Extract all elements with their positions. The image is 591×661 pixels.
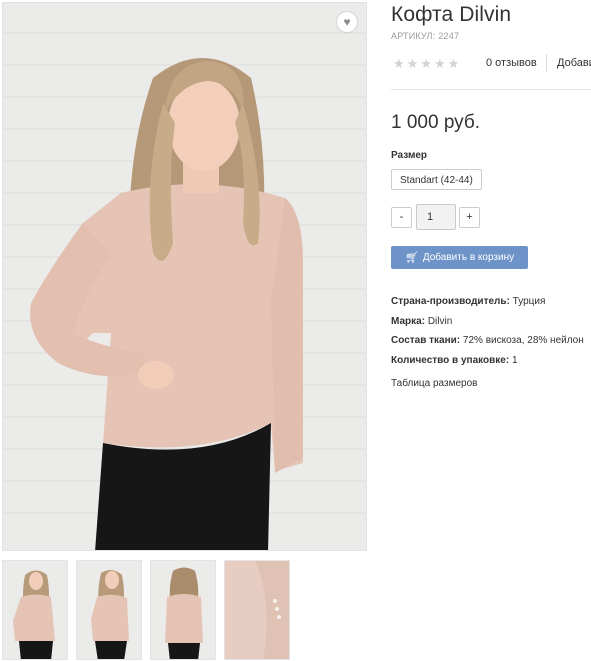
thumbnail-4[interactable]: [224, 560, 290, 660]
quantity-increase-button[interactable]: +: [459, 207, 480, 228]
main-product-image[interactable]: ♥: [2, 2, 367, 551]
product-info: Кофта Dilvin АРТИКУЛ: 2247 ★★★★★ 0 отзыво…: [391, 0, 591, 389]
thumbnail-1[interactable]: [2, 560, 68, 660]
spec-row: Марка: Dilvin: [391, 312, 584, 332]
quantity-input[interactable]: [416, 204, 456, 230]
thumbnail-strip: [2, 560, 290, 660]
spec-value: Dilvin: [427, 315, 453, 327]
reviews-link[interactable]: 0 отзывов: [486, 57, 537, 69]
product-specs: Страна-производитель: Турция Марка: Dilv…: [391, 292, 584, 370]
thumbnail-2[interactable]: [76, 560, 142, 660]
thumbnail-angle-illustration: [77, 561, 141, 659]
spec-row: Количество в упаковке: 1: [391, 351, 584, 371]
heart-icon: ♥: [343, 15, 351, 29]
spec-label: Марка:: [391, 315, 426, 327]
size-label: Размер: [391, 150, 428, 161]
spec-value: 72% вискоза, 28% нейлон: [462, 335, 584, 346]
rating-row: ★★★★★ 0 отзывов Добави: [391, 54, 591, 74]
add-review-link[interactable]: Добави: [557, 57, 591, 69]
spec-value: 1: [511, 354, 518, 366]
quantity-decrease-button[interactable]: -: [391, 207, 412, 228]
cart-icon: 🛒︎: [404, 252, 419, 264]
product-title: Кофта Dilvin: [391, 3, 512, 26]
sku-label: АРТИКУЛ:: [391, 31, 436, 41]
sku-value: 2247: [438, 31, 460, 41]
thumbnail-front-illustration: [3, 561, 67, 659]
product-sku: АРТИКУЛ: 2247: [391, 31, 591, 41]
thumbnail-detail-illustration: [225, 561, 289, 659]
rating-divider: [546, 54, 547, 72]
product-photo-illustration: [3, 3, 366, 550]
add-to-cart-button[interactable]: 🛒︎ Добавить в корзину: [391, 246, 528, 269]
spec-label: Состав ткани:: [391, 335, 461, 346]
spec-row: Страна-производитель: Турция: [391, 292, 584, 312]
product-price: 1 000 руб.: [391, 112, 481, 133]
spec-row: Состав ткани: 72% вискоза, 28% нейлон: [391, 331, 584, 351]
rating-stars-icon[interactable]: ★★★★★: [393, 56, 461, 72]
add-to-cart-label: Добавить в корзину: [422, 252, 515, 263]
size-option-button[interactable]: Standart (42-44): [391, 169, 482, 190]
wishlist-button[interactable]: ♥: [337, 12, 357, 32]
spec-label: Количество в упаковке:: [391, 354, 510, 366]
spec-label: Страна-производитель:: [391, 296, 510, 307]
thumbnail-back-illustration: [151, 561, 215, 659]
spec-value: Турция: [512, 296, 546, 307]
section-divider: [391, 89, 591, 90]
size-table-link[interactable]: Таблица размеров: [391, 378, 477, 389]
thumbnail-3[interactable]: [150, 560, 216, 660]
